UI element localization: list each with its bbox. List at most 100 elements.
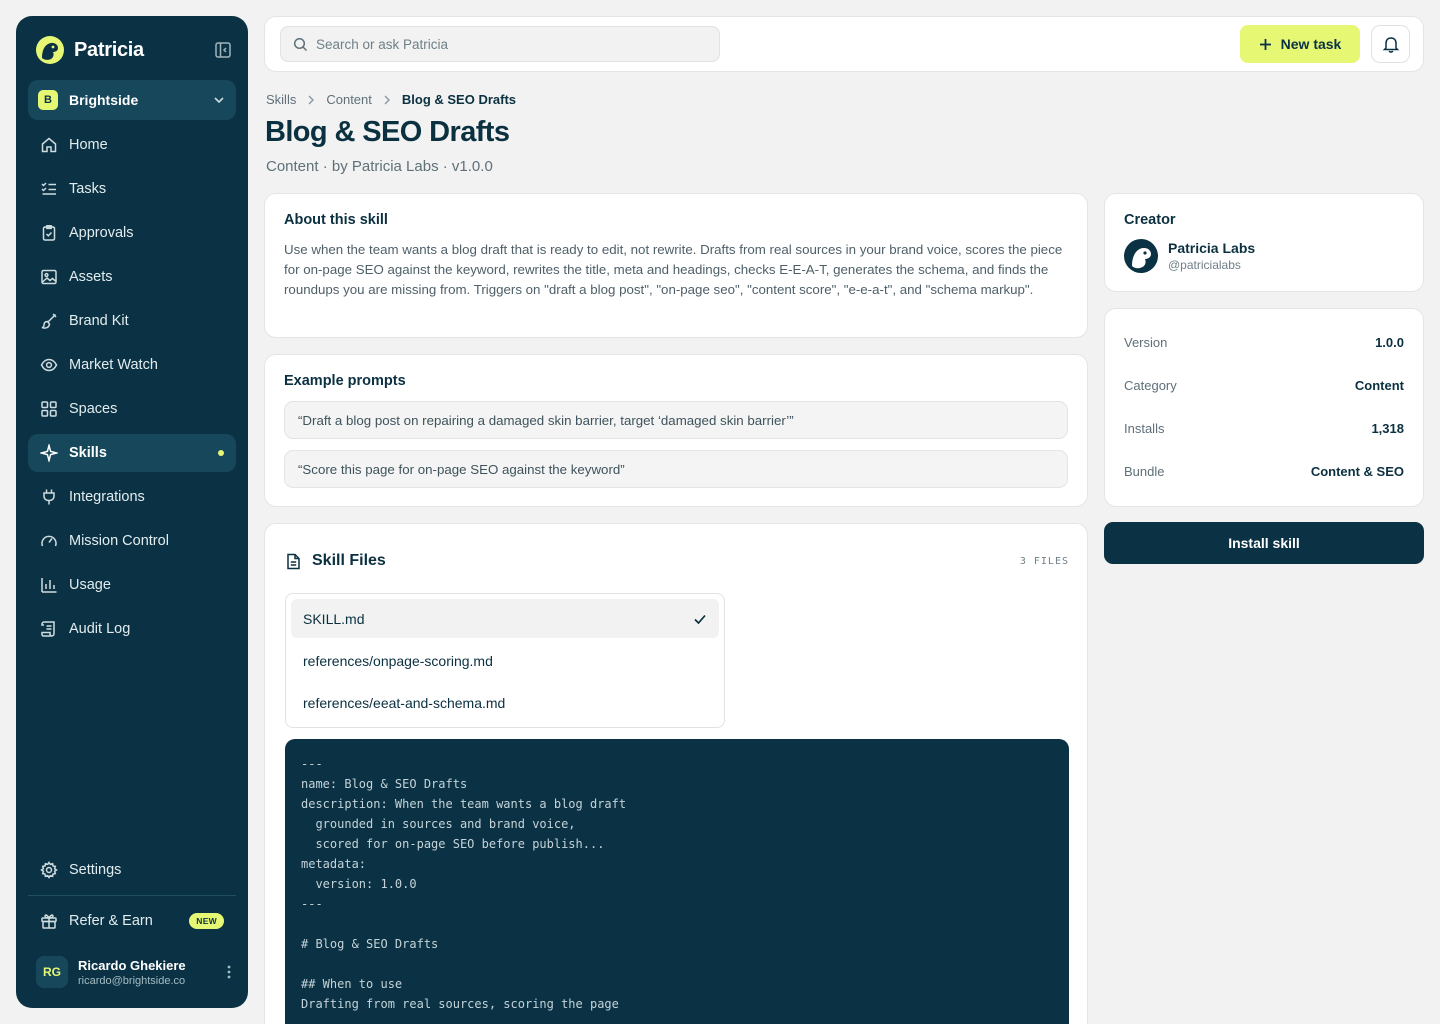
meta-label: Version — [1124, 335, 1168, 350]
meta-value: Content & SEO — [1310, 464, 1404, 479]
sidebar-divider — [28, 895, 236, 896]
skill-files-title: Skill Files — [312, 552, 386, 569]
example-prompts-card: Example prompts “Draft a blog post on re… — [264, 354, 1088, 507]
file-icon — [285, 553, 302, 570]
creator-title: Creator — [1124, 212, 1176, 228]
file-name: references/eeat-and-schema.md — [303, 694, 506, 711]
eye-icon — [40, 356, 58, 374]
creator-row[interactable]: Patricia Labs @patricialabs — [1124, 239, 1404, 273]
sidebar-item-integrations[interactable]: Integrations — [28, 478, 236, 516]
app-name: Patricia — [74, 38, 144, 61]
sidebar-item-home[interactable]: Home — [28, 126, 236, 164]
skill-meta-card: Version 1.0.0 Category Content Installs … — [1104, 308, 1424, 507]
meta-label: Category — [1124, 378, 1177, 393]
sidebar-item-label: Refer & Earn — [69, 913, 153, 929]
topbar: New task — [264, 16, 1424, 72]
creator-info: Patricia Labs @patricialabs — [1168, 240, 1255, 272]
search-box[interactable] — [280, 26, 720, 62]
file-name: SKILL.md — [303, 610, 365, 627]
sidebar-item-tasks[interactable]: Tasks — [28, 170, 236, 208]
about-text: Use when the team wants a blog draft tha… — [284, 242, 1063, 297]
sidebar-collapse-icon[interactable] — [214, 41, 232, 59]
chevron-down-icon — [212, 93, 226, 107]
sidebar-item-audit-log[interactable]: Audit Log — [28, 610, 236, 648]
example-prompt[interactable]: “Draft a blog post on repairing a damage… — [284, 401, 1068, 439]
meta-row-installs: Installs 1,318 — [1124, 407, 1404, 450]
chevron-right-icon — [307, 95, 315, 105]
search-input[interactable] — [316, 36, 696, 52]
breadcrumb-content[interactable]: Content — [326, 92, 372, 107]
sidebar-item-refer-earn[interactable]: Refer & Earn NEW — [28, 902, 236, 940]
sidebar: Patricia B Brightside Home Tasks Approva… — [16, 16, 248, 1008]
about-card: About this skill Use when the team wants… — [264, 193, 1088, 338]
new-badge: NEW — [189, 913, 224, 929]
meta-label: Bundle — [1124, 464, 1165, 479]
file-item-eeat-schema[interactable]: references/eeat-and-schema.md — [291, 683, 719, 722]
sidebar-item-settings[interactable]: Settings — [28, 851, 236, 889]
page-subtitle: Content · by Patricia Labs · v1.0.0 — [266, 158, 493, 175]
creator-name: Patricia Labs — [1168, 240, 1256, 256]
code-viewer: --- name: Blog & SEO Drafts description:… — [285, 739, 1069, 1024]
example-prompt[interactable]: “Score this page for on-page SEO against… — [284, 450, 1068, 488]
sidebar-item-usage[interactable]: Usage — [28, 566, 236, 604]
sidebar-item-label: Market Watch — [69, 357, 158, 373]
check-icon — [693, 612, 707, 626]
skill-files-card: Skill Files 3 FILES SKILL.md references/… — [264, 523, 1088, 1024]
sidebar-item-label: Spaces — [69, 401, 118, 417]
user-name: Ricardo Ghekiere — [78, 957, 186, 973]
meta-value: 1,318 — [1371, 421, 1404, 436]
sidebar-item-assets[interactable]: Assets — [28, 258, 236, 296]
new-task-label: New task — [1280, 36, 1342, 52]
code-content: --- name: Blog & SEO Drafts description:… — [301, 757, 627, 1011]
sidebar-item-brand-kit[interactable]: Brand Kit — [28, 302, 236, 340]
sidebar-item-skills[interactable]: Skills — [28, 434, 236, 472]
page-title: Blog & SEO Drafts — [265, 116, 510, 148]
clipboard-check-icon — [40, 224, 58, 242]
meta-row-version: Version 1.0.0 — [1124, 321, 1404, 364]
sidebar-item-label: Skills — [69, 445, 107, 461]
meta-row-category: Category Content — [1124, 364, 1404, 407]
brush-icon — [40, 312, 58, 330]
gear-icon — [40, 861, 58, 879]
chevron-right-icon — [383, 95, 391, 105]
breadcrumb-current: Blog & SEO Drafts — [401, 92, 517, 107]
file-name: references/onpage-scoring.md — [303, 652, 493, 669]
meta-row-bundle: Bundle Content & SEO — [1124, 450, 1404, 493]
new-task-button[interactable]: New task — [1240, 25, 1360, 63]
sidebar-nav: Home Tasks Approvals Assets Brand Kit Ma… — [28, 126, 236, 654]
notifications-button[interactable] — [1371, 25, 1410, 63]
avatar: RG — [36, 956, 68, 988]
sidebar-item-spaces[interactable]: Spaces — [28, 390, 236, 428]
workspace-badge: B — [38, 90, 58, 110]
sidebar-item-market-watch[interactable]: Market Watch — [28, 346, 236, 384]
sparkle-icon — [40, 444, 58, 462]
home-icon — [40, 136, 58, 154]
user-profile[interactable]: RG Ricardo Ghekiere ricardo@brightside.c… — [36, 955, 232, 989]
gauge-icon — [40, 532, 58, 550]
about-title: About this skill — [284, 212, 388, 228]
file-item-skill-md[interactable]: SKILL.md — [291, 599, 719, 638]
image-icon — [40, 268, 58, 286]
scroll-icon — [40, 620, 58, 638]
sidebar-item-mission-control[interactable]: Mission Control — [28, 522, 236, 560]
sidebar-item-label: Settings — [69, 862, 122, 878]
sidebar-item-label: Assets — [69, 269, 113, 285]
creator-avatar-icon — [1124, 239, 1158, 273]
breadcrumb-skills[interactable]: Skills — [266, 92, 296, 107]
file-item-onpage-scoring[interactable]: references/onpage-scoring.md — [291, 641, 719, 680]
more-vertical-icon[interactable] — [226, 964, 232, 980]
sidebar-item-label: Brand Kit — [69, 313, 129, 329]
skill-files-header: Skill Files 3 FILES — [285, 552, 1069, 570]
sidebar-item-label: Tasks — [69, 181, 107, 197]
install-skill-button[interactable]: Install skill — [1104, 522, 1424, 564]
user-email: ricardo@brightside.co — [78, 974, 186, 987]
file-list: SKILL.md references/onpage-scoring.md re… — [285, 593, 725, 728]
workspace-switcher[interactable]: B Brightside — [28, 80, 236, 120]
breadcrumb: Skills Content Blog & SEO Drafts — [266, 92, 516, 107]
active-indicator-dot — [218, 450, 224, 456]
gift-icon — [40, 912, 58, 930]
sidebar-item-approvals[interactable]: Approvals — [28, 214, 236, 252]
files-count: 3 FILES — [1019, 555, 1069, 567]
meta-label: Installs — [1124, 421, 1165, 436]
sidebar-item-label: Integrations — [69, 489, 145, 505]
